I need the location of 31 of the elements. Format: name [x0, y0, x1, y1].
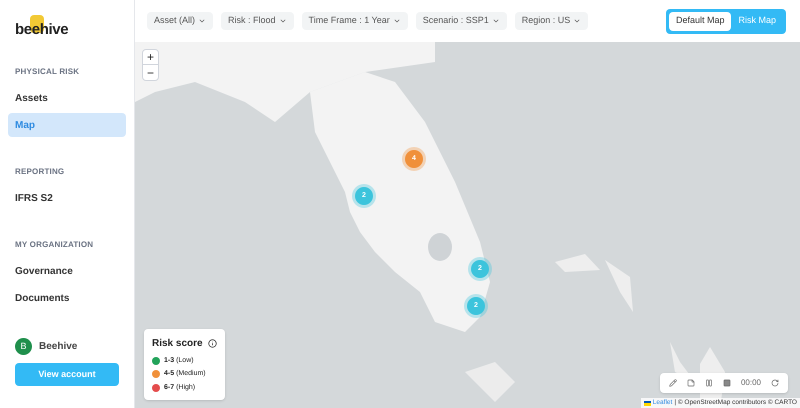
zoom-in-button[interactable]: + [143, 50, 158, 65]
chevron-icon [198, 17, 206, 25]
recording-time: 00:00 [740, 377, 761, 389]
filter-dropdown[interactable]: Region : US [514, 12, 588, 30]
account-name: Beehive [39, 340, 78, 354]
chevron-icon [392, 17, 401, 25]
filter-dropdown[interactable]: Scenario : SSP1 [416, 12, 507, 30]
flag-icon [644, 400, 651, 406]
filter-dropdown[interactable]: Risk : Flood [221, 12, 294, 30]
section-heading: MY ORGANIZATION [14, 239, 94, 251]
sidebar-item[interactable]: Documents [8, 286, 126, 310]
sidebar-item[interactable]: Assets [8, 86, 126, 110]
filter-dropdown[interactable]: Asset (All) [147, 12, 214, 30]
note-icon[interactable] [686, 379, 695, 387]
section-heading: PHYSICAL RISK [14, 66, 80, 78]
sidebar-item[interactable]: IFRS S2 [8, 186, 126, 210]
refresh-icon[interactable] [771, 379, 779, 387]
info-icon [208, 338, 217, 348]
zoom-out-button[interactable]: − [143, 65, 158, 80]
section-heading: REPORTING [14, 166, 66, 178]
legend-title: Risk score [152, 336, 203, 350]
chevron-icon [492, 17, 500, 25]
pause-icon[interactable] [704, 379, 713, 387]
map-tab[interactable]: Default Map [668, 12, 732, 30]
chevron-icon [278, 17, 287, 25]
stop-icon[interactable] [722, 379, 731, 387]
pencil-icon[interactable] [668, 379, 677, 387]
filter-dropdown[interactable]: Time Frame : 1 Year [302, 12, 408, 30]
chevron-icon [573, 17, 582, 25]
sidebar-item[interactable]: Governance [8, 259, 126, 283]
avatar: B [15, 338, 32, 355]
